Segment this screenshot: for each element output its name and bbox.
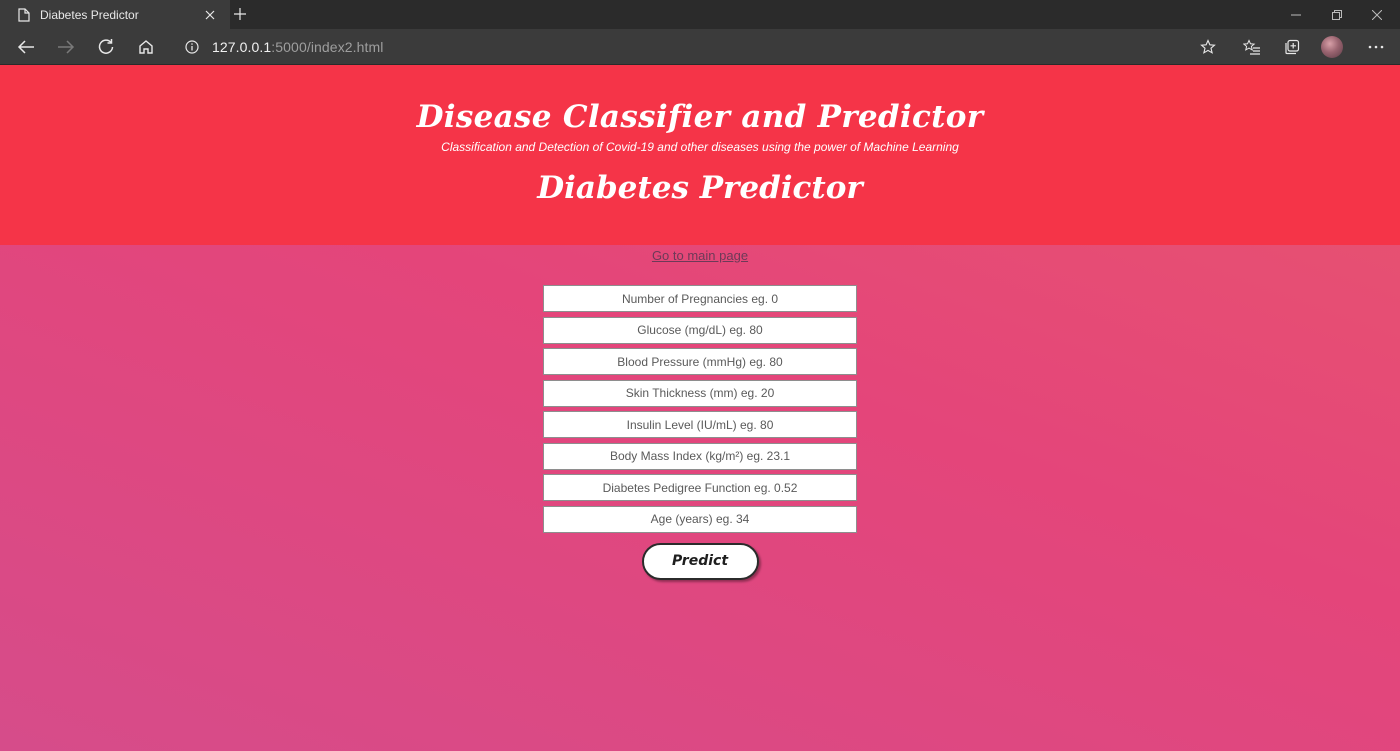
refresh-icon[interactable] — [94, 35, 118, 59]
browser-toolbar: 127.0.0.1:5000/index2.html — [0, 29, 1400, 65]
close-icon[interactable] — [200, 5, 220, 25]
address-bar[interactable]: 127.0.0.1:5000/index2.html — [176, 33, 1188, 60]
url-host: 127.0.0.1 — [212, 38, 272, 55]
browser-tab[interactable]: Diabetes Predictor — [0, 0, 230, 29]
plus-icon[interactable] — [230, 4, 250, 24]
site-title: Disease Classifier and Predictor — [416, 99, 984, 135]
favorites-icon[interactable] — [1240, 35, 1264, 59]
bmi-input[interactable] — [543, 442, 857, 470]
pedigree-input[interactable] — [543, 474, 857, 501]
star-icon[interactable] — [1196, 35, 1220, 59]
home-icon[interactable] — [134, 35, 158, 59]
skin-thickness-input[interactable] — [543, 379, 857, 407]
avatar[interactable] — [1321, 36, 1343, 58]
main-page-link[interactable]: Go to main page — [0, 248, 1400, 263]
page-content: Disease Classifier and Predictor Classif… — [0, 65, 1400, 751]
minimize-icon[interactable] — [1273, 0, 1319, 29]
url-path: :5000/index2.html — [271, 38, 384, 55]
back-icon[interactable] — [14, 35, 38, 59]
site-subtitle: Classification and Detection of Covid-19… — [441, 140, 959, 154]
page-heading: Diabetes Predictor — [537, 170, 863, 206]
blood-pressure-input[interactable] — [543, 348, 857, 375]
tab-title: Diabetes Predictor — [40, 7, 139, 22]
pregnancies-input[interactable] — [543, 285, 857, 312]
age-input[interactable] — [543, 505, 857, 533]
prediction-form: Predict — [543, 285, 857, 580]
insulin-input[interactable] — [543, 411, 857, 438]
url-text: 127.0.0.1:5000/index2.html — [212, 39, 384, 55]
tab-bar: Diabetes Predictor — [0, 0, 1400, 29]
collections-icon[interactable] — [1280, 35, 1304, 59]
predict-button[interactable]: Predict — [641, 542, 759, 580]
close-window-icon[interactable] — [1354, 0, 1400, 29]
page-icon — [17, 7, 31, 22]
page-header: Disease Classifier and Predictor Classif… — [0, 65, 1400, 245]
forward-icon[interactable] — [54, 35, 78, 59]
glucose-input[interactable] — [543, 316, 857, 344]
info-icon[interactable] — [182, 37, 202, 57]
more-icon[interactable] — [1364, 35, 1388, 59]
